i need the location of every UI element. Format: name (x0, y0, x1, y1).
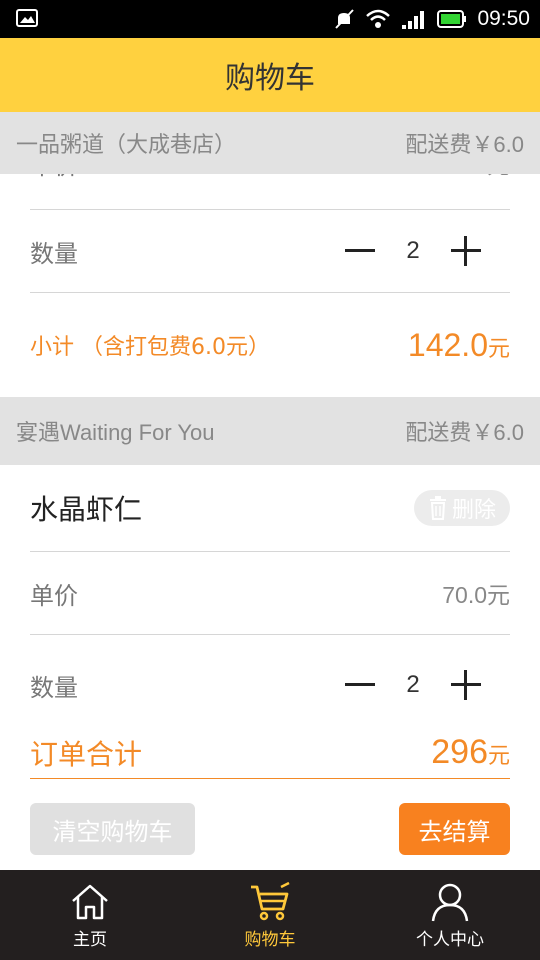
subtotal-unit: 元 (487, 335, 510, 361)
minus-button[interactable] (340, 231, 380, 271)
shop1-quantity-row: 数量 2 (30, 210, 510, 293)
order-total-row: 订单合计 296元 (30, 727, 510, 779)
subtotal-amount: 142.0 (407, 326, 488, 363)
shop1-subtotal-row: 小计 （含打包费6.0元） 142.0元 (30, 293, 510, 397)
shop-name: 一品粥道（大成巷店） (16, 132, 237, 157)
quantity-label: 数量 (30, 673, 78, 702)
nav-item-profile[interactable]: 个人中心 (360, 870, 540, 960)
order-total-label: 订单合计 (30, 737, 143, 771)
shop2-quantity-row: 数量 2 (30, 635, 510, 735)
user-icon (431, 883, 469, 921)
minus-button[interactable] (340, 665, 380, 705)
delivery-fee: 配送费￥6.0 (405, 132, 524, 157)
plus-button[interactable] (446, 231, 486, 271)
status-bar: 09:50 (0, 0, 540, 38)
unit-price-value: 70.0元 (442, 582, 510, 608)
nav-item-home[interactable]: 主页 (0, 870, 180, 960)
mute-icon (335, 9, 355, 29)
shop-header: 一品粥道（大成巷店） 配送费￥6.0 (0, 112, 540, 174)
plus-button[interactable] (446, 665, 486, 705)
order-total-amount: 296 (431, 733, 488, 771)
status-time: 09:50 (477, 7, 530, 30)
signal-icon (402, 11, 425, 29)
delivery-fee: 配送费￥6.0 (405, 420, 524, 445)
clear-cart-button[interactable]: 清空购物车 (30, 803, 195, 855)
bottom-nav: 主页 购物车 个人中心 (0, 870, 540, 960)
shop-header: 宴遇Waiting For You 配送费￥6.0 (0, 397, 540, 465)
delete-button[interactable]: 删除 (413, 490, 510, 526)
nav-label: 个人中心 (416, 929, 484, 950)
trash-icon (429, 496, 446, 520)
page-title: 购物车 (225, 61, 315, 96)
wifi-icon (366, 9, 391, 28)
battery-icon (437, 10, 467, 28)
order-total-value: 296元 (431, 733, 510, 772)
cart-content[interactable]: 单价 68.0元 一品粥道（大成巷店） 配送费￥6.0 数量 2 小计 （含打包… (0, 112, 540, 870)
shop2-unit-price-row: 单价 70.0元 (30, 552, 510, 635)
nav-label: 主页 (73, 929, 107, 950)
home-icon (72, 884, 108, 919)
delete-label: 删除 (451, 498, 496, 523)
quantity-stepper: 2 (340, 665, 486, 705)
item-name: 水晶虾仁 (30, 493, 143, 526)
subtotal-label: 小计 （含打包费6.0元） (30, 335, 270, 360)
header: 购物车 (0, 38, 540, 112)
quantity-value: 2 (406, 237, 420, 264)
unit-price-label: 单价 (30, 581, 78, 610)
cart-item-row: 水晶虾仁 删除 (30, 465, 510, 552)
subtotal-value: 142.0元 (408, 327, 510, 364)
cart-icon (251, 881, 290, 920)
shop-name: 宴遇Waiting For You (16, 420, 215, 445)
nav-item-cart[interactable]: 购物车 (180, 870, 360, 960)
gallery-notification-icon (16, 9, 38, 27)
quantity-value: 2 (406, 671, 420, 698)
checkout-button[interactable]: 去结算 (399, 803, 510, 855)
quantity-label: 数量 (30, 239, 78, 268)
order-total-unit: 元 (487, 743, 510, 768)
nav-label: 购物车 (244, 929, 296, 950)
quantity-stepper: 2 (340, 231, 486, 271)
